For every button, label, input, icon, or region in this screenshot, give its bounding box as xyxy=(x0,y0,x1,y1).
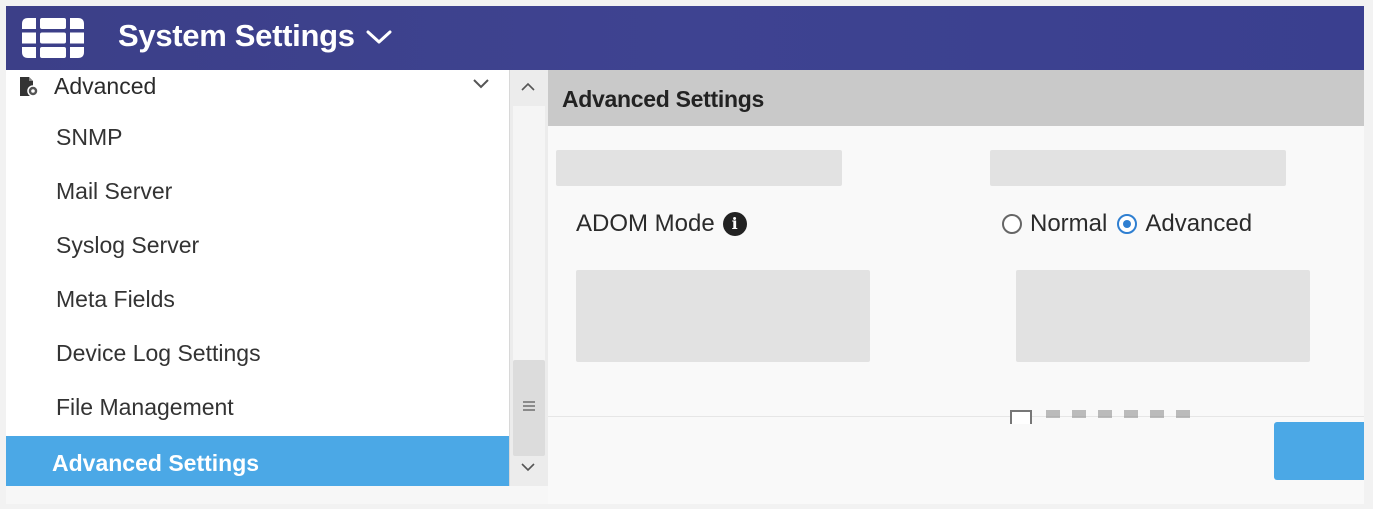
sidebar-item-label: File Management xyxy=(56,394,234,420)
bottom-strip xyxy=(6,486,548,504)
top-bar: System Settings xyxy=(6,6,1364,70)
chevron-down-icon xyxy=(520,459,536,477)
chevron-down-icon[interactable] xyxy=(472,77,490,89)
sidebar-group-label: Advanced xyxy=(54,73,157,99)
radio-advanced[interactable]: Advanced xyxy=(1117,210,1252,238)
app-title-dropdown[interactable]: System Settings xyxy=(118,18,393,54)
grip-icon xyxy=(522,399,536,417)
sidebar-item-label: Syslog Server xyxy=(56,232,200,258)
main-content: Advanced Settings ADOM Mode i Normal Adv… xyxy=(548,70,1364,504)
app-title: System Settings xyxy=(118,18,355,53)
sidebar-item-file-management[interactable]: File Management xyxy=(6,382,509,434)
divider xyxy=(548,416,1364,417)
sidebar-item-meta-fields[interactable]: Meta Fields xyxy=(6,274,509,326)
radio-normal-circle[interactable] xyxy=(1002,214,1022,234)
scroll-up-button[interactable] xyxy=(516,76,540,100)
sidebar-item-syslog-server[interactable]: Syslog Server xyxy=(6,220,509,272)
section-title: Advanced Settings xyxy=(562,86,764,112)
sidebar-item-label: Device Log Settings xyxy=(56,340,261,366)
sidebar-item-advanced-settings[interactable]: Advanced Settings xyxy=(6,436,509,486)
radio-normal[interactable]: Normal xyxy=(1002,210,1107,238)
info-icon[interactable]: i xyxy=(722,212,747,236)
sidebar-item-label: Mail Server xyxy=(56,178,173,204)
sidebar-item-device-log-settings[interactable]: Device Log Settings xyxy=(6,328,509,380)
scrollbar-thumb[interactable] xyxy=(513,360,545,456)
sidebar-scrollbar[interactable] xyxy=(509,70,549,486)
radio-advanced-label: Advanced xyxy=(1145,210,1253,237)
chevron-up-icon xyxy=(520,79,536,97)
app-window: System Settings Advanced SNMP Mail Serve… xyxy=(6,6,1364,504)
cropped-checkbox-label xyxy=(1046,410,1196,418)
redacted-field xyxy=(576,270,870,362)
sidebar-item-snmp[interactable]: SNMP xyxy=(6,112,509,164)
redacted-field xyxy=(556,150,842,186)
fortinet-logo-icon xyxy=(22,18,84,58)
checkbox-partial[interactable] xyxy=(1010,410,1032,424)
redacted-field xyxy=(1016,270,1310,362)
gear-document-icon xyxy=(18,76,40,98)
scroll-down-button[interactable] xyxy=(516,456,540,480)
adom-mode-radio-group: Normal Advanced xyxy=(1002,210,1252,238)
chevron-down-icon xyxy=(365,18,393,54)
sidebar-group-advanced[interactable]: Advanced xyxy=(6,70,509,104)
radio-normal-label: Normal xyxy=(1030,210,1108,237)
sidebar: Advanced SNMP Mail Server Syslog Server … xyxy=(6,70,509,486)
radio-advanced-circle[interactable] xyxy=(1117,214,1138,234)
section-header: Advanced Settings xyxy=(548,70,1364,126)
sidebar-item-label: SNMP xyxy=(56,124,123,150)
adom-mode-label-group: ADOM Mode i xyxy=(576,210,747,238)
apply-button[interactable] xyxy=(1274,422,1364,480)
sidebar-item-mail-server[interactable]: Mail Server xyxy=(6,166,509,218)
sidebar-item-label: Advanced Settings xyxy=(52,450,260,476)
adom-mode-label: ADOM Mode xyxy=(576,210,715,237)
sidebar-item-label: Meta Fields xyxy=(56,286,175,312)
redacted-field xyxy=(990,150,1286,186)
